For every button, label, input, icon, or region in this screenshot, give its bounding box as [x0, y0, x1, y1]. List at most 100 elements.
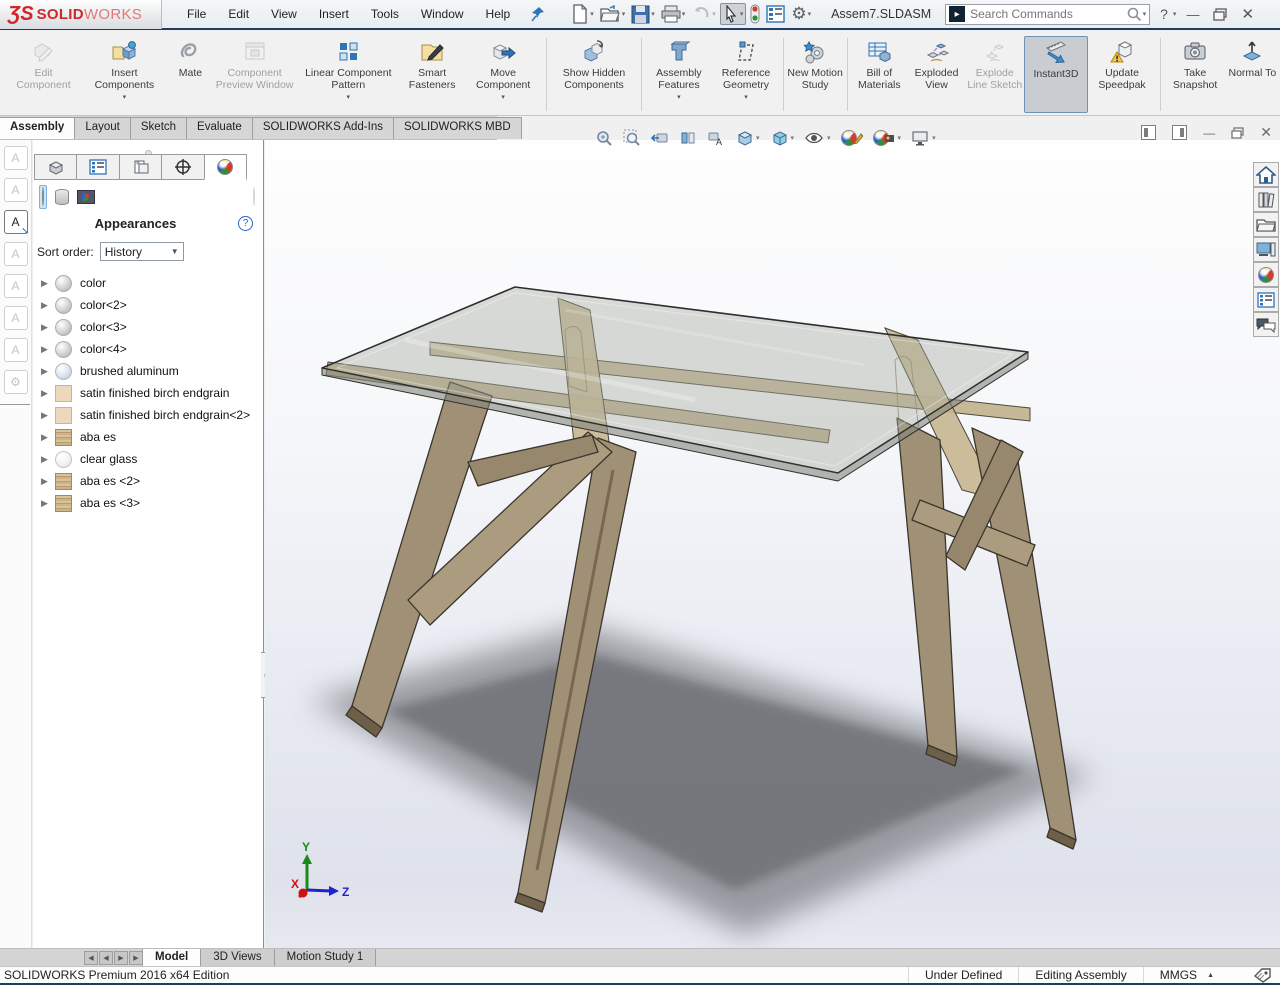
move-component-caret[interactable]: ▾	[501, 93, 505, 101]
insert-components-caret[interactable]: ▾	[123, 93, 127, 101]
file-explorer-button[interactable]	[1253, 212, 1279, 237]
menu-window[interactable]: Window	[410, 2, 475, 26]
help-icon[interactable]: ?	[238, 216, 253, 231]
new-document-button[interactable]: ▾	[569, 2, 596, 26]
mate-button[interactable]: Mate	[168, 36, 213, 113]
list-item[interactable]: ▶ color<3>	[33, 316, 263, 338]
normal-to-button[interactable]: Normal To	[1227, 36, 1278, 113]
list-item[interactable]: ▶ brushed aluminum	[33, 360, 263, 382]
undo-button[interactable]: ▾	[689, 2, 718, 26]
forum-button[interactable]	[1253, 312, 1279, 337]
search-icon[interactable]	[1126, 6, 1142, 22]
list-item[interactable]: ▶ color<4>	[33, 338, 263, 360]
tab-solidworks-add-ins[interactable]: SOLIDWORKS Add-Ins	[251, 117, 394, 139]
expand-arrow-icon[interactable]: ▶	[41, 322, 55, 333]
save-button[interactable]: ▾	[629, 2, 657, 26]
list-item[interactable]: ▶ color	[33, 272, 263, 294]
doc-close-icon[interactable]: ✕	[1260, 124, 1272, 141]
home-button[interactable]	[1253, 162, 1279, 187]
expand-arrow-icon[interactable]: ▶	[41, 454, 55, 465]
tab-property-manager[interactable]	[76, 154, 120, 180]
tab-layout[interactable]: Layout	[74, 117, 131, 139]
scene-icon[interactable]	[77, 190, 95, 204]
move-component-button[interactable]: Move Component ▾	[464, 36, 543, 113]
note-copy-icon[interactable]: A	[3, 306, 28, 330]
collapse-left-pane-icon[interactable]	[1141, 125, 1157, 140]
menu-tools[interactable]: Tools	[360, 2, 410, 26]
next-tab-icon[interactable]: ▶	[114, 950, 128, 965]
last-tab-icon[interactable]: ▶	[129, 950, 143, 965]
custom-properties-button[interactable]	[1253, 287, 1279, 312]
tab-sketch[interactable]: Sketch	[129, 117, 188, 139]
stamp-icon[interactable]: A	[3, 338, 28, 362]
help-caret[interactable]: ▾	[1173, 10, 1177, 18]
bill-of-materials-button[interactable]: Bill of Materials	[851, 36, 908, 113]
pin-menu-icon[interactable]	[529, 5, 547, 23]
appearance-ball-button[interactable]	[39, 185, 47, 209]
chain-icon[interactable]: ⚙	[3, 370, 28, 394]
expand-arrow-icon[interactable]: ▶	[41, 498, 55, 509]
list-item[interactable]: ▶ aba es	[33, 426, 263, 448]
assembly-features-button[interactable]: Assembly Features ▾	[645, 36, 712, 113]
menu-help[interactable]: Help	[475, 2, 522, 26]
menu-file[interactable]: File	[176, 2, 217, 26]
units-selector[interactable]: MMGS ▲	[1142, 967, 1230, 983]
note-edit-icon[interactable]: A	[3, 178, 28, 202]
graphics-viewport[interactable]: A ▾ ▾ ▾ ▾ ▾ — ✕ Y Z X	[265, 124, 1280, 948]
tab-evaluate[interactable]: Evaluate	[186, 117, 253, 139]
update-speedpak-button[interactable]: Update Speedpak	[1088, 36, 1157, 113]
tab-assembly[interactable]: Assembly	[0, 117, 76, 139]
menu-insert[interactable]: Insert	[308, 2, 360, 26]
note-gear-icon[interactable]: A	[3, 242, 28, 266]
show-hidden-components-button[interactable]: Show Hidden Components	[550, 36, 639, 113]
exploded-view-button[interactable]: Exploded View	[908, 36, 965, 113]
list-item[interactable]: ▶ satin finished birch endgrain<2>	[33, 404, 263, 426]
expand-arrow-icon[interactable]: ▶	[41, 410, 55, 421]
note-balloon-icon[interactable]: A	[3, 274, 28, 298]
expand-arrow-icon[interactable]: ▶	[41, 432, 55, 443]
expand-arrow-icon[interactable]: ▶	[41, 366, 55, 377]
search-commands-box[interactable]: ▸ ▾	[945, 3, 1151, 25]
select-tool-button[interactable]: ▾	[719, 3, 747, 25]
expand-arrow-icon[interactable]: ▶	[41, 278, 55, 289]
note-star-icon[interactable]: A	[3, 146, 28, 170]
instant3d-button[interactable]: Instant3D	[1024, 36, 1088, 113]
reference-geometry-caret[interactable]: ▾	[744, 93, 748, 101]
view-palette-button[interactable]	[1253, 237, 1279, 262]
list-item[interactable]: ▶ aba es <2>	[33, 470, 263, 492]
tab-model[interactable]: Model	[142, 948, 202, 967]
options-gear-button[interactable]: ⚙ ▾	[789, 2, 813, 26]
open-button[interactable]: ▾	[598, 2, 628, 26]
menu-edit[interactable]: Edit	[217, 2, 260, 26]
property-manager-button[interactable]	[764, 2, 787, 26]
new-motion-study-button[interactable]: New Motion Study	[787, 36, 844, 113]
note-active-icon[interactable]: A	[3, 210, 30, 237]
help-button[interactable]: ?	[1160, 6, 1168, 22]
take-snapshot-button[interactable]: Take Snapshot	[1164, 36, 1227, 113]
expand-arrow-icon[interactable]: ▶	[41, 344, 55, 355]
list-item[interactable]: ▶ clear glass	[33, 448, 263, 470]
sort-order-select[interactable]: History ▼	[99, 242, 184, 261]
tab-solidworks-mbd[interactable]: SOLIDWORKS MBD	[392, 117, 522, 139]
reference-geometry-button[interactable]: Reference Geometry ▾	[712, 36, 779, 113]
tag-icon[interactable]	[1254, 967, 1272, 983]
first-tab-icon[interactable]: ◀	[84, 950, 98, 965]
expand-arrow-icon[interactable]: ▶	[41, 300, 55, 311]
linear-pattern-caret[interactable]: ▾	[347, 93, 351, 101]
tab-configurations[interactable]	[118, 154, 163, 180]
minimize-icon[interactable]: —	[1186, 7, 1199, 22]
tab-dimxpert[interactable]	[161, 154, 205, 180]
insert-components-button[interactable]: Insert Components ▾	[81, 36, 168, 113]
menu-view[interactable]: View	[260, 2, 308, 26]
prev-tab-icon[interactable]: ◀	[99, 950, 113, 965]
expand-arrow-icon[interactable]: ▶	[41, 476, 55, 487]
design-library-button[interactable]	[1253, 187, 1279, 212]
assembly-features-caret[interactable]: ▾	[677, 93, 681, 101]
print-button[interactable]: ▾	[659, 2, 688, 26]
linear-component-pattern-button[interactable]: Linear Component Pattern ▾	[296, 36, 401, 113]
smart-fasteners-button[interactable]: Smart Fasteners	[401, 36, 464, 113]
tab-appearances[interactable]	[203, 154, 248, 180]
doc-minimize-icon[interactable]: —	[1203, 126, 1215, 140]
list-item[interactable]: ▶ color<2>	[33, 294, 263, 316]
traffic-light-icon[interactable]	[748, 2, 762, 26]
